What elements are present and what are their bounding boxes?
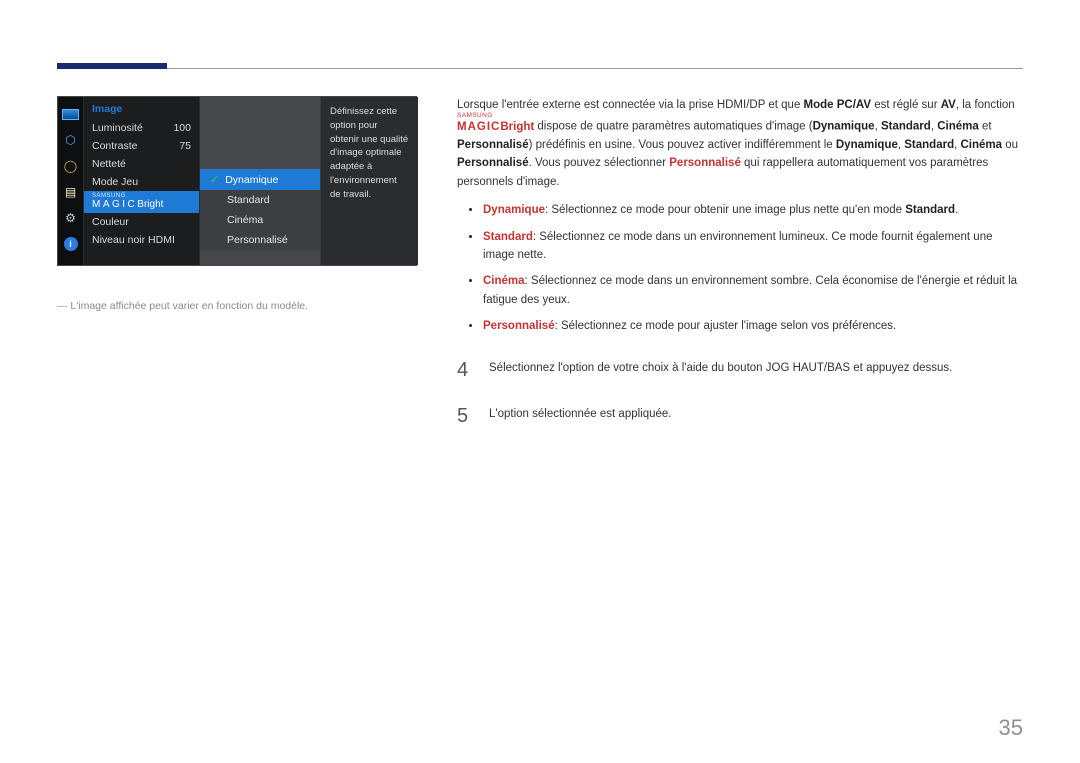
magic-bright-inline: SAMSUNGMAGICBright xyxy=(457,114,534,136)
info-icon: i xyxy=(64,237,78,251)
osd-menu-row: Mode Jeu xyxy=(84,173,199,191)
gear-icon: ⚙ xyxy=(62,211,80,225)
check-icon: ✓ xyxy=(210,173,219,186)
list-item: Cinéma: Sélectionnez ce mode dans un env… xyxy=(457,268,1023,313)
osd-sub-row: Standard xyxy=(200,190,320,210)
instruction-text: Lorsque l'entrée externe est connectée v… xyxy=(457,96,1023,713)
step-4: 4 Sélectionnez l'option de votre choix à… xyxy=(457,354,1023,386)
monitor-icon xyxy=(62,107,80,121)
osd-menu-title: Image xyxy=(84,97,199,119)
page-number: 35 xyxy=(999,715,1023,741)
osd-menu: Image Luminosité100 Contraste75 Netteté … xyxy=(84,97,200,265)
osd-menu-row: Luminosité100 xyxy=(84,119,199,137)
list-item: Personnalisé: Sélectionnez ce mode pour … xyxy=(457,313,1023,339)
osd-menu-row: Contraste75 xyxy=(84,137,199,155)
osd-sub-row: Cinéma xyxy=(200,210,320,230)
osd-menu-row-active: SAMSUNG MAGICBright xyxy=(84,191,199,213)
osd-menu-row: Netteté xyxy=(84,155,199,173)
step-5: 5 L'option sélectionnée est appliquée. xyxy=(457,400,1023,432)
magic-bright-label: SAMSUNG MAGICBright xyxy=(92,194,163,210)
osd-menu-row: Niveau noir HDMI xyxy=(84,231,199,249)
hexagon-icon: ⬡ xyxy=(62,133,80,147)
mode-list: Dynamique: Sélectionnez ce mode pour obt… xyxy=(457,197,1023,339)
list-item: Dynamique: Sélectionnez ce mode pour obt… xyxy=(457,197,1023,223)
header-rule xyxy=(57,68,1023,69)
osd-sub-row-selected: ✓Dynamique xyxy=(200,169,320,190)
bars-icon: ▤ xyxy=(62,185,80,199)
ring-icon: ◯ xyxy=(62,159,80,173)
list-item: Standard: Sélectionnez ce mode dans un e… xyxy=(457,224,1023,269)
osd-sidebar: ⬡ ◯ ▤ ⚙ i xyxy=(58,97,84,265)
osd-sub-row: Personnalisé xyxy=(200,230,320,250)
osd-screenshot: ⬡ ◯ ▤ ⚙ i Image Luminosité100 Contraste7… xyxy=(57,96,417,266)
caption: L'image affichée peut varier en fonction… xyxy=(57,300,419,312)
osd-tip: Définissez cette option pour obtenir une… xyxy=(320,97,418,265)
osd-menu-row: Couleur xyxy=(84,213,199,231)
osd-submenu: ✓Dynamique Standard Cinéma Personnalisé xyxy=(200,97,320,265)
header-accent xyxy=(57,63,167,69)
